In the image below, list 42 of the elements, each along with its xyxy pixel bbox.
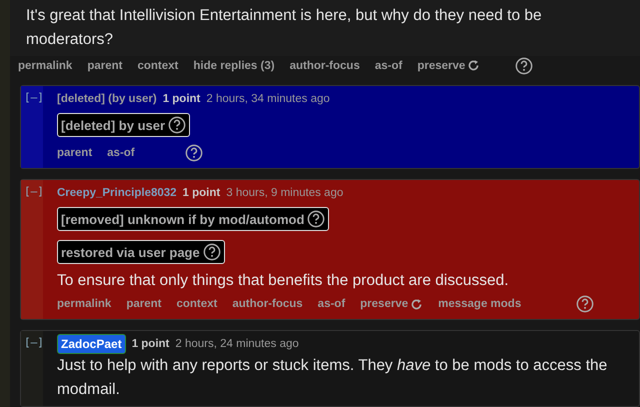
action-link[interactable]: parent [57,147,92,159]
action-link[interactable]: author-focus [290,60,360,72]
collapse-toggle[interactable]: [–] [21,336,44,349]
help-icon[interactable] [515,56,534,74]
action-link[interactable]: author-focus [232,298,303,310]
tag-text: restored via user page [61,244,200,260]
action-link[interactable]: as-of [318,298,346,310]
action-link[interactable]: preserve [360,298,424,310]
comment-text: It's great that Intellivision Entertainment is here, but why do they need to be moderators? [10,0,640,56]
author-name[interactable]: [deleted] (by user) [57,93,157,105]
points: 1 point [182,187,220,199]
action-link[interactable]: as-of [107,147,135,159]
action-link[interactable]: permalink [57,298,112,310]
refresh-icon [410,298,424,310]
refresh-icon [467,59,480,72]
action-link[interactable]: as-of [374,60,402,72]
help-icon[interactable] [168,116,186,134]
timestamp: 2 hours, 34 minutes ago [206,93,330,105]
tag-text: [deleted] by user [61,118,166,132]
action-link[interactable]: hide replies (3) [193,60,275,72]
help-icon[interactable] [307,210,326,228]
help-icon[interactable] [202,243,221,261]
action-link[interactable]: parent [126,298,162,310]
comment-text: To ensure that only things that benefits the product are discussed. [57,271,510,291]
help-icon[interactable] [576,295,594,313]
action-link[interactable]: context [176,298,218,310]
timestamp: 2 hours, 24 minutes ago [175,338,299,350]
action-link[interactable]: message mods [438,298,522,310]
author-name[interactable]: Creepy_Principle8032 [57,187,177,199]
tag-text: [removed] unknown if by mod/automod [61,212,304,226]
action-link[interactable]: preserve [417,59,480,72]
collapse-toggle[interactable]: [–] [21,91,44,104]
comment-text: Just to help with any reports or stuck items. They have to be mods to access the modmail. [57,356,608,400]
action-link[interactable]: permalink [18,60,72,72]
points: 1 point [132,338,170,350]
author-name[interactable]: ZadocPaet [57,334,126,354]
action-link[interactable]: parent [87,60,122,72]
collapse-toggle[interactable]: [–] [21,185,44,198]
timestamp: 3 hours, 9 minutes ago [226,187,344,199]
action-link[interactable]: context [137,60,178,72]
help-icon[interactable] [184,144,203,162]
points: 1 point [162,93,200,105]
